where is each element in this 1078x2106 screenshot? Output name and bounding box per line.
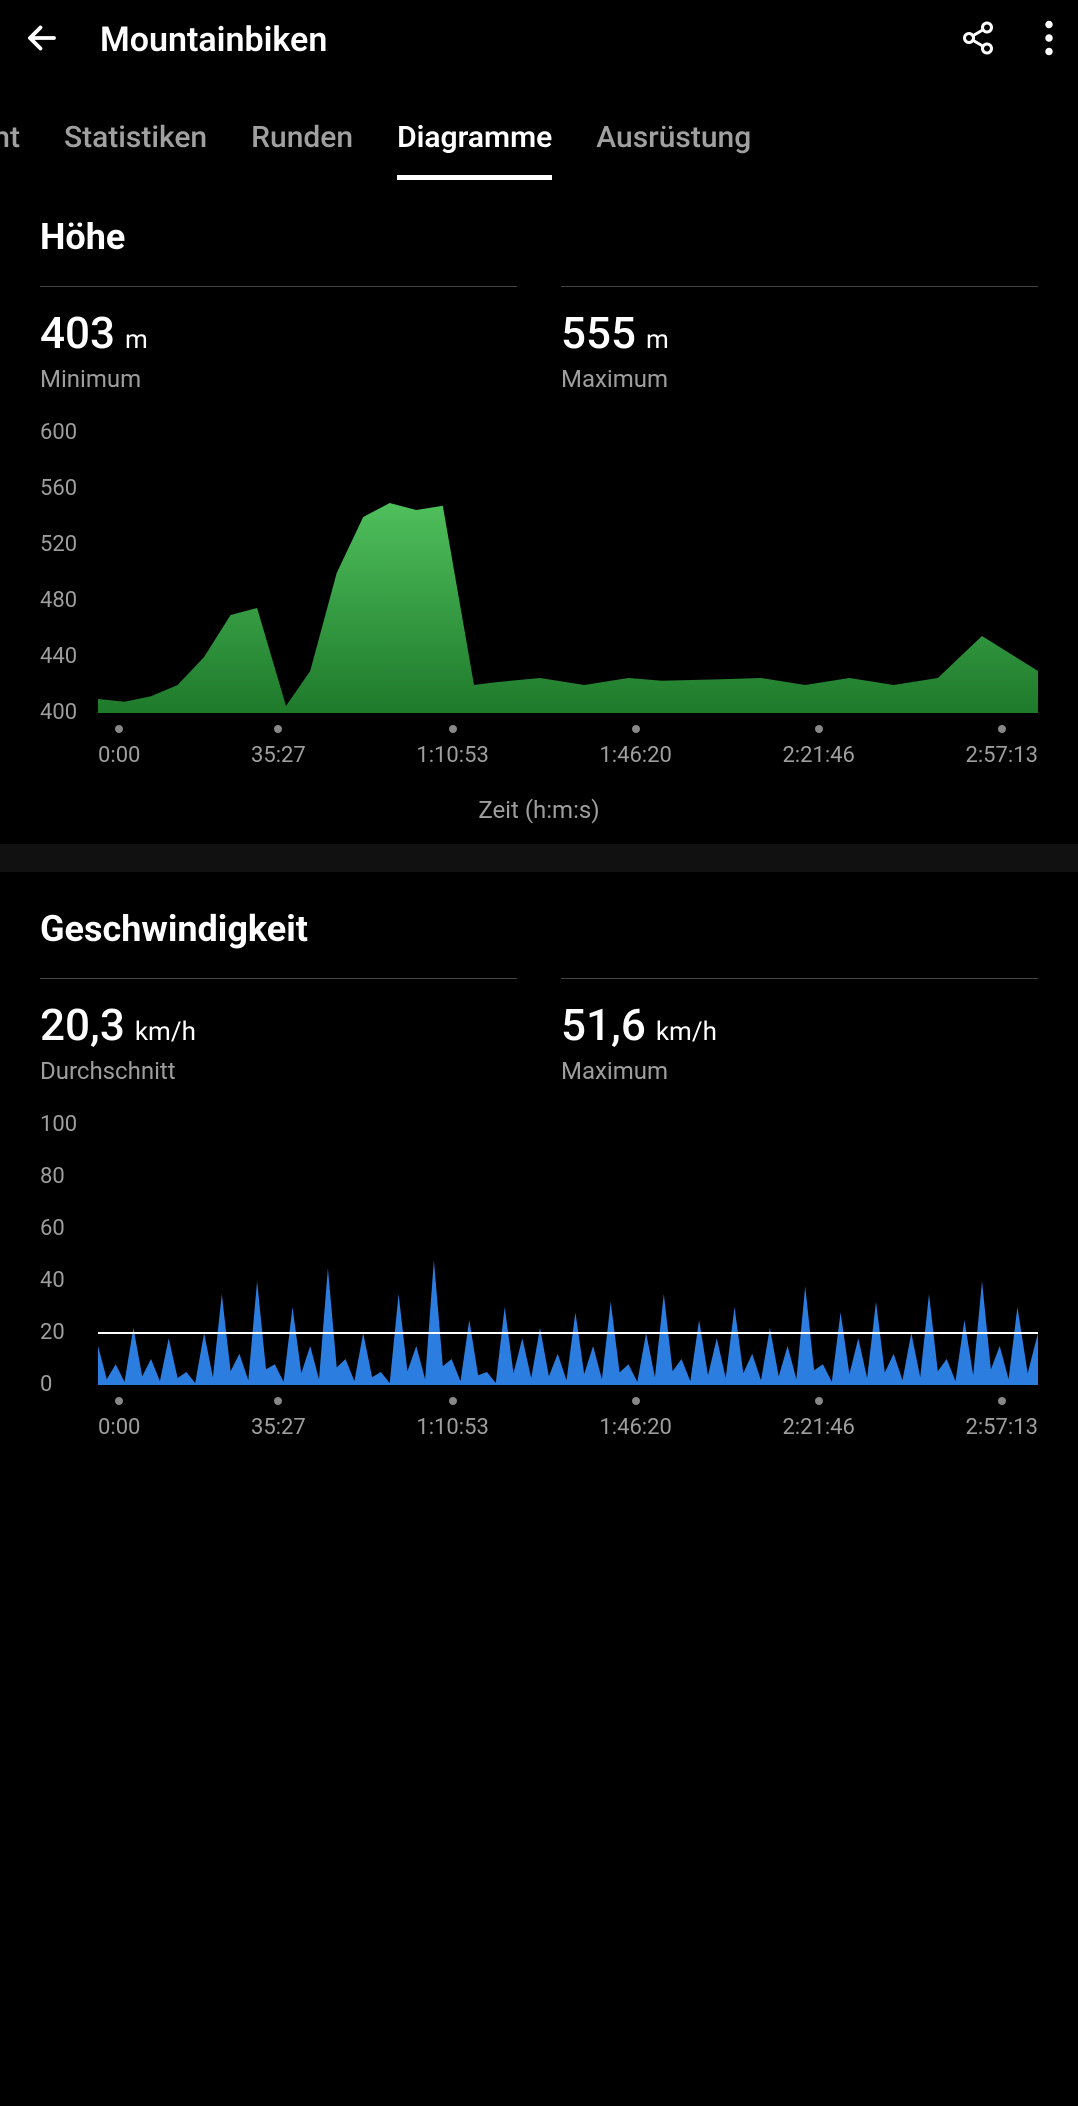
elevation-section: Höhe 403 m Minimum 555 m Maximum 6005605… bbox=[0, 180, 1078, 844]
x-tick: 0:00 bbox=[98, 1397, 140, 1440]
tab-gear[interactable]: Ausrüstung bbox=[596, 120, 751, 175]
elevation-min-stat: 403 m Minimum bbox=[40, 286, 517, 393]
speed-max-value: 51,6 bbox=[561, 999, 646, 1051]
section-divider bbox=[0, 844, 1078, 872]
elevation-max-label: Maximum bbox=[561, 365, 1038, 393]
elevation-stats: 403 m Minimum 555 m Maximum bbox=[40, 286, 1038, 393]
speed-avg-label: Durchschnitt bbox=[40, 1057, 517, 1085]
elevation-min-label: Minimum bbox=[40, 365, 517, 393]
x-tick: 2:21:46 bbox=[782, 1397, 854, 1440]
speed-chart: 100806040200 0:00 35:27 1:10:53 1:46:20 2:21… bbox=[40, 1125, 1038, 1440]
x-tick: 2:57:13 bbox=[965, 1397, 1037, 1440]
back-button[interactable] bbox=[24, 20, 60, 60]
x-tick: 1:46:20 bbox=[599, 1397, 671, 1440]
speed-avg-value: 20,3 bbox=[40, 999, 125, 1051]
speed-x-axis: 0:00 35:27 1:10:53 1:46:20 2:21:46 2:57:13 bbox=[98, 1397, 1038, 1440]
elevation-plot bbox=[98, 433, 1038, 713]
x-tick: 35:27 bbox=[251, 725, 306, 768]
x-tick: 0:00 bbox=[98, 725, 140, 768]
app-header: Mountainbiken bbox=[0, 0, 1078, 80]
header-actions bbox=[960, 20, 1054, 60]
elevation-x-label: Zeit (h:m:s) bbox=[40, 796, 1038, 824]
speed-title: Geschwindigkeit bbox=[40, 908, 1038, 950]
x-tick: 1:10:53 bbox=[416, 725, 488, 768]
elevation-min-value: 403 bbox=[40, 307, 115, 359]
menu-button[interactable] bbox=[1044, 20, 1054, 60]
elevation-max-value: 555 bbox=[561, 307, 636, 359]
tab-laps[interactable]: Runden bbox=[251, 120, 353, 175]
x-tick: 1:10:53 bbox=[416, 1397, 488, 1440]
x-tick: 1:46:20 bbox=[599, 725, 671, 768]
tab-statistics[interactable]: Statistiken bbox=[64, 120, 207, 175]
tab-bar: icht Statistiken Runden Diagramme Ausrüs… bbox=[0, 80, 1078, 180]
speed-stats: 20,3 km/h Durchschnitt 51,6 km/h Maximum bbox=[40, 978, 1038, 1085]
elevation-x-axis: 0:00 35:27 1:10:53 1:46:20 2:21:46 2:57:13 bbox=[98, 725, 1038, 768]
elevation-title: Höhe bbox=[40, 216, 1038, 258]
speed-avg-line bbox=[98, 1332, 1038, 1334]
tab-charts[interactable]: Diagramme bbox=[397, 120, 552, 180]
speed-y-axis: 100806040200 bbox=[40, 1125, 77, 1385]
speed-max-unit: km/h bbox=[656, 1017, 717, 1047]
elevation-max-stat: 555 m Maximum bbox=[561, 286, 1038, 393]
elevation-chart: 600560520480440400 0:00 35:27 1:10:53 1:46:… bbox=[40, 433, 1038, 824]
speed-avg-unit: km/h bbox=[135, 1017, 196, 1047]
page-title: Mountainbiken bbox=[100, 20, 920, 60]
speed-avg-stat: 20,3 km/h Durchschnitt bbox=[40, 978, 517, 1085]
elevation-max-unit: m bbox=[646, 325, 669, 355]
share-button[interactable] bbox=[960, 20, 996, 60]
elevation-y-axis: 600560520480440400 bbox=[40, 433, 77, 713]
x-tick: 2:57:13 bbox=[965, 725, 1037, 768]
speed-section: Geschwindigkeit 20,3 km/h Durchschnitt 5… bbox=[0, 872, 1078, 1460]
speed-max-stat: 51,6 km/h Maximum bbox=[561, 978, 1038, 1085]
speed-plot bbox=[98, 1125, 1038, 1385]
tab-overview[interactable]: icht bbox=[0, 120, 20, 175]
speed-max-label: Maximum bbox=[561, 1057, 1038, 1085]
elevation-min-unit: m bbox=[125, 325, 148, 355]
x-tick: 2:21:46 bbox=[782, 725, 854, 768]
x-tick: 35:27 bbox=[251, 1397, 306, 1440]
